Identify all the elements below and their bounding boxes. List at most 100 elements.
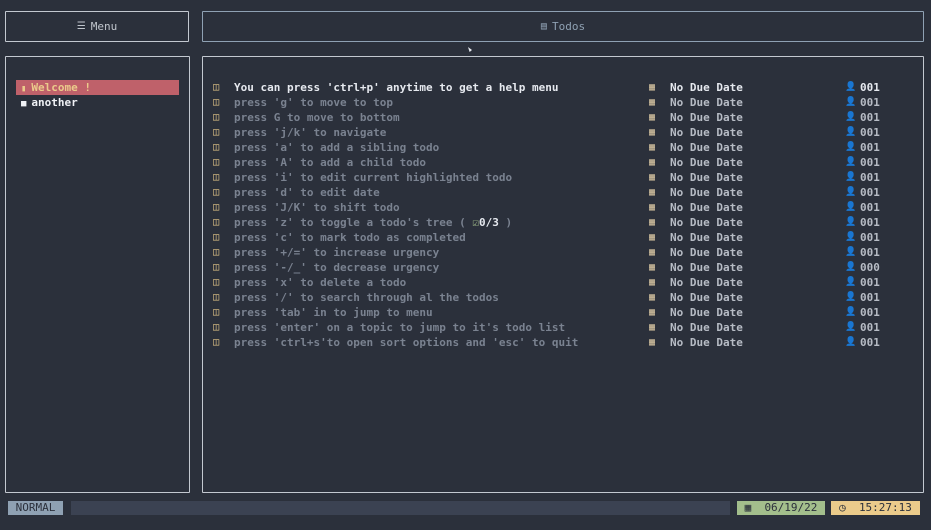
subtask-count: 0/3 <box>479 216 499 229</box>
calendar-icon: ▦ <box>649 142 656 153</box>
todo-row[interactable]: ◫ press 'enter' on a topic to jump to it'… <box>203 320 923 335</box>
todo-row[interactable]: ◫ You can press 'ctrl+p' anytime to get a… <box>203 80 923 95</box>
todo-text-main: press 'c' to mark todo as completed <box>234 231 466 244</box>
urgency-icon: 👤 <box>845 157 857 167</box>
todo-pending-icon: ◫ <box>213 82 220 93</box>
todo-row[interactable]: ◫ press '/' to search through al the todo… <box>203 290 923 305</box>
menu-header[interactable]: ☰ Menu <box>5 11 189 42</box>
todo-text-main: press 'g' to move to top <box>234 96 393 109</box>
todo-text-main: press '-/_' to decrease urgency <box>234 261 440 274</box>
sidebar-item-welcome[interactable]: ▮ Welcome ! <box>16 80 179 95</box>
todo-text-main: press 'tab' in to jump to menu <box>234 306 433 319</box>
calendar-icon: ▦ <box>649 307 656 318</box>
urgency-icon: 👤 <box>845 232 857 242</box>
todo-text: press 'A' to add a child todo <box>234 155 426 170</box>
todo-text-main: press 'a' to add a sibling todo <box>234 141 440 154</box>
calendar-icon: ▦ <box>649 202 656 213</box>
urgency-value: 001 <box>860 321 880 334</box>
todo-pending-icon: ◫ <box>213 262 220 273</box>
calendar-icon: ▦ <box>649 187 656 198</box>
due-date: No Due Date <box>670 321 743 334</box>
todos-title: Todos <box>551 20 586 33</box>
mode-indicator: NORMAL <box>8 501 63 515</box>
calendar-icon: ▦ <box>649 232 656 243</box>
todos-header[interactable]: ▤ Todos <box>202 11 924 42</box>
calendar-icon: ▦ <box>649 112 656 123</box>
urgency-value: 001 <box>860 336 880 349</box>
todo-row[interactable]: ◫ press 'A' to add a child todo ▦ No Due Da… <box>203 155 923 170</box>
todo-pending-icon: ◫ <box>213 217 220 228</box>
due-date: No Due Date <box>670 231 743 244</box>
todo-row[interactable]: ◫ press 'j/k' to navigate ▦ No Due Date 👤 001 <box>203 125 923 140</box>
urgency-icon: 👤 <box>845 202 857 212</box>
todo-row[interactable]: ◫ press 'J/K' to shift todo ▦ No Due Date 👤 0… <box>203 200 923 215</box>
todo-row[interactable]: ◫ press 'a' to add a sibling todo ▦ No Due … <box>203 140 923 155</box>
due-date: No Due Date <box>670 261 743 274</box>
todo-text-main: press 'j/k' to navigate <box>234 126 387 139</box>
urgency-value: 001 <box>860 171 880 184</box>
todo-text-main: press G to move to bottom <box>234 111 400 124</box>
due-date: No Due Date <box>670 171 743 184</box>
urgency-icon: 👤 <box>845 112 857 122</box>
calendar-icon: ▦ <box>649 247 656 258</box>
todo-row[interactable]: ◫ press 'i' to edit current highlighted t… <box>203 170 923 185</box>
todo-text: press 'x' to delete a todo <box>234 275 406 290</box>
todo-row[interactable]: ◫ press 'd' to edit date ▦ No Due Date 👤 001 <box>203 185 923 200</box>
todo-text: press 'c' to mark todo as completed <box>234 230 466 245</box>
urgency-value: 000 <box>860 261 880 274</box>
todo-text: press 'ctrl+s'to open sort options and '… <box>234 335 578 350</box>
urgency-value: 001 <box>860 276 880 289</box>
command-line[interactable] <box>71 501 730 515</box>
todo-pending-icon: ◫ <box>213 142 220 153</box>
todo-row[interactable]: ◫ press 'z' to toggle a todo's tree ( ☑0/… <box>203 215 923 230</box>
todo-text: press 'enter' on a topic to jump to it's… <box>234 320 565 335</box>
calendar-icon: ▦ <box>649 172 656 183</box>
todo-text-main: press 'enter' on a topic to jump to it's… <box>234 321 566 334</box>
todo-row[interactable]: ◫ press 'x' to delete a todo ▦ No Due Date 👤… <box>203 275 923 290</box>
todo-row[interactable]: ◫ press 'tab' in to jump to menu ▦ No Due D… <box>203 305 923 320</box>
todo-pending-icon: ◫ <box>213 337 220 348</box>
todo-row[interactable]: ◫ press 'g' to move to top ▦ No Due Date 👤 00… <box>203 95 923 110</box>
calendar-icon: ▦ <box>649 97 656 108</box>
urgency-value: 001 <box>860 156 880 169</box>
urgency-icon: 👤 <box>845 97 857 107</box>
urgency-icon: 👤 <box>845 307 857 317</box>
todo-pending-icon: ◫ <box>213 247 220 258</box>
urgency-value: 001 <box>860 231 880 244</box>
todo-pending-icon: ◫ <box>213 172 220 183</box>
due-date: No Due Date <box>670 336 743 349</box>
file-icon: ▮ <box>21 84 27 94</box>
due-date: No Due Date <box>670 186 743 199</box>
calendar-icon: ▦ <box>649 127 656 138</box>
time-badge: ◷ 15:27:13 <box>831 501 920 515</box>
urgency-value: 001 <box>860 291 880 304</box>
calendar-icon: ▦ <box>649 82 656 93</box>
calendar-icon: ▦ <box>649 277 656 288</box>
current-time: 15:27:13 <box>858 501 912 514</box>
todo-row[interactable]: ◫ press '-/_' to decrease urgency ▦ No Due … <box>203 260 923 275</box>
todo-row[interactable]: ◫ press '+/=' to increase urgency ▦ No Due … <box>203 245 923 260</box>
todo-text: press G to move to bottom <box>234 110 400 125</box>
todo-text: You can press 'ctrl+p' anytime to get a … <box>234 80 559 95</box>
hamburger-icon: ☰ <box>76 21 86 32</box>
due-date: No Due Date <box>670 126 743 139</box>
calendar-icon: ▦ <box>649 292 656 303</box>
todo-text-main: press 'J/K' to shift todo <box>234 201 400 214</box>
urgency-icon: 👤 <box>845 187 857 197</box>
due-date: No Due Date <box>670 216 743 229</box>
todo-text: press 'd' to edit date <box>234 185 380 200</box>
todo-pending-icon: ◫ <box>213 202 220 213</box>
todo-pending-icon: ◫ <box>213 232 220 243</box>
todo-row[interactable]: ◫ press 'c' to mark todo as completed ▦ No … <box>203 230 923 245</box>
todo-text: press 'J/K' to shift todo <box>234 200 400 215</box>
todo-pending-icon: ◫ <box>213 112 220 123</box>
urgency-icon: 👤 <box>845 337 857 347</box>
status-bar: NORMAL ▦ 06/19/22 ◷ 15:27:13 <box>0 495 931 530</box>
urgency-icon: 👤 <box>845 292 857 302</box>
urgency-value: 001 <box>860 186 880 199</box>
sidebar-item-another[interactable]: ■ another <box>16 95 179 110</box>
todo-text: press 'a' to add a sibling todo <box>234 140 439 155</box>
due-date: No Due Date <box>670 111 743 124</box>
todo-row[interactable]: ◫ press G to move to bottom ▦ No Due Date 👤 0… <box>203 110 923 125</box>
todo-row[interactable]: ◫ press 'ctrl+s'to open sort options and … <box>203 335 923 350</box>
